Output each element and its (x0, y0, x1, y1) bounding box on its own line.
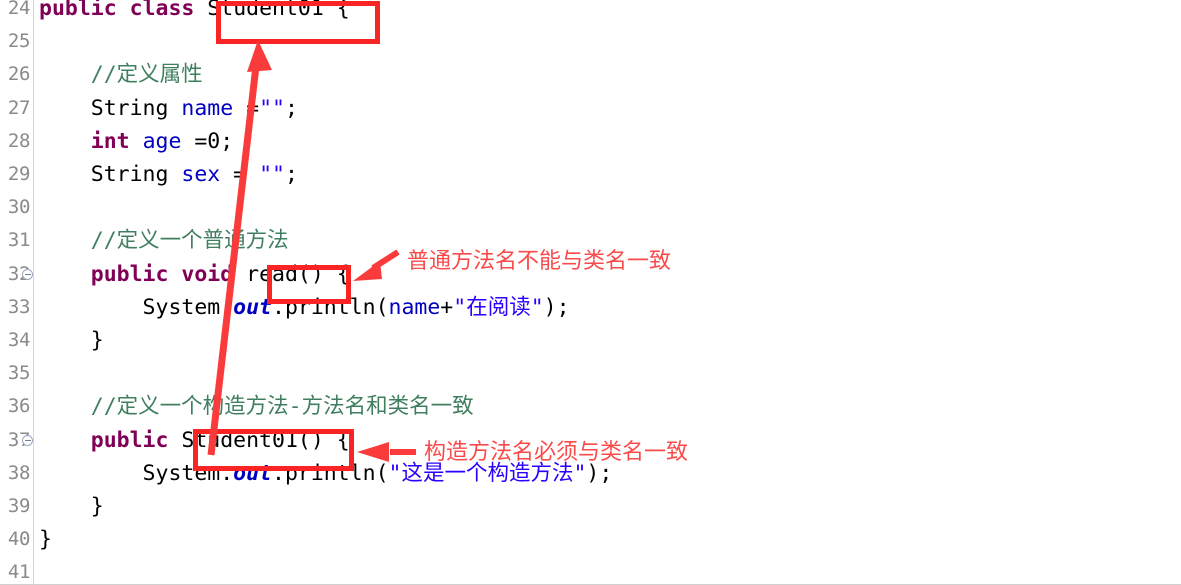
line-number[interactable]: 31 (0, 224, 33, 257)
line-number[interactable]: 25 (0, 25, 33, 58)
code-token-plain: ; (284, 162, 298, 187)
line-number[interactable]: 26 (0, 58, 33, 91)
line-number[interactable]: 35 (0, 357, 33, 390)
line-number[interactable]: 30 (0, 191, 33, 224)
code-token-cmt: //定义属性 (90, 62, 203, 88)
code-token-stat: out (233, 460, 273, 486)
code-token-plain: = (220, 162, 260, 187)
code-token-cmt: //定义一个普通方法 (90, 228, 289, 254)
code-token-plain: Student01 { (194, 0, 350, 21)
line-number[interactable]: 41 (0, 556, 33, 585)
code-token-kw: class (129, 0, 195, 21)
code-token-plain: = (233, 95, 260, 121)
code-line[interactable]: System.out.println("这是一个构造方法"); (39, 457, 613, 490)
code-line[interactable]: String sex = ""; (39, 158, 298, 191)
line-number[interactable]: 28 (0, 125, 33, 158)
code-line[interactable]: public void read() { (39, 258, 350, 291)
code-line[interactable]: } (39, 490, 104, 523)
code-token-plain: ); (543, 294, 570, 320)
code-token-cmt: //定义一个构造方法-方法名和类名一致 (90, 394, 474, 420)
line-number[interactable]: 38 (0, 457, 33, 490)
code-token-plain: =0; (181, 128, 234, 154)
code-fold-icon[interactable] (22, 268, 33, 280)
code-token-plain: .println( (272, 460, 389, 486)
code-token-kw: public (90, 261, 169, 287)
line-number-gutter[interactable]: 24 25 26 27 28 29 30 31 32 33 34 35 36 37 38 39 40 41 (0, 0, 34, 585)
code-token-str: "" (259, 95, 285, 121)
code-line[interactable]: } (39, 324, 104, 357)
code-line[interactable]: int age =0; (39, 125, 233, 158)
line-number[interactable]: 24 (0, 0, 33, 25)
line-number[interactable]: 27 (0, 92, 33, 125)
code-token-str: "在阅读" (453, 294, 544, 320)
code-token-str: "这是一个构造方法" (388, 460, 587, 486)
code-token-fld: name (181, 95, 234, 121)
code-token-fld: sex (181, 162, 221, 187)
code-line[interactable]: String name =""; (39, 92, 298, 125)
code-token-fld: age (142, 128, 182, 154)
code-line[interactable]: public class Student01 { (39, 0, 350, 25)
code-token-kw: void (181, 261, 234, 287)
code-token-plain: read() { (233, 261, 350, 287)
code-token-plain: } (39, 494, 104, 519)
code-token-plain: } (39, 328, 104, 353)
code-token-fld: name (388, 294, 441, 320)
line-number[interactable]: 40 (0, 523, 33, 556)
code-token-str: "" (259, 162, 285, 187)
code-token-kw: int (90, 128, 130, 154)
code-token-plain: System. (39, 294, 234, 320)
code-line[interactable]: //定义一个普通方法 (39, 224, 289, 257)
code-line[interactable]: //定义属性 (39, 58, 203, 91)
code-token-plain: String (39, 162, 182, 187)
line-number[interactable]: 33 (0, 291, 33, 324)
code-token-plain: System. (39, 460, 234, 486)
line-number[interactable]: 39 (0, 490, 33, 523)
code-line[interactable]: //定义一个构造方法-方法名和类名一致 (39, 390, 474, 423)
code-token-plain: Student01() { (168, 427, 350, 453)
code-token-plain: ; (284, 95, 298, 121)
code-line[interactable]: public Student01() { (39, 424, 350, 457)
code-text-area[interactable]: public class Student01 { //定义属性 String n… (34, 0, 1181, 585)
code-line[interactable]: } (39, 523, 52, 556)
code-token-plain: .println( (272, 294, 389, 320)
code-token-plain: + (440, 294, 454, 320)
line-number[interactable]: 34 (0, 324, 33, 357)
code-fold-icon[interactable] (22, 434, 33, 446)
code-editor: 24 25 26 27 28 29 30 31 32 33 34 35 36 37 38 39 40 41 pub… (0, 0, 1181, 585)
line-number[interactable]: 29 (0, 158, 33, 191)
code-editor-screenshot: 24 25 26 27 28 29 30 31 32 33 34 35 36 37 38 39 40 41 pub… (0, 0, 1181, 585)
code-token-kw: public (90, 427, 169, 453)
code-token-kw: public (39, 0, 117, 21)
code-token-plain: ); (586, 460, 613, 486)
code-token-stat: out (233, 294, 273, 320)
line-number[interactable]: 36 (0, 390, 33, 423)
code-token-plain: } (39, 527, 52, 553)
code-token-plain: String (39, 95, 182, 121)
code-line[interactable]: System.out.println(name+"在阅读"); (39, 291, 570, 324)
